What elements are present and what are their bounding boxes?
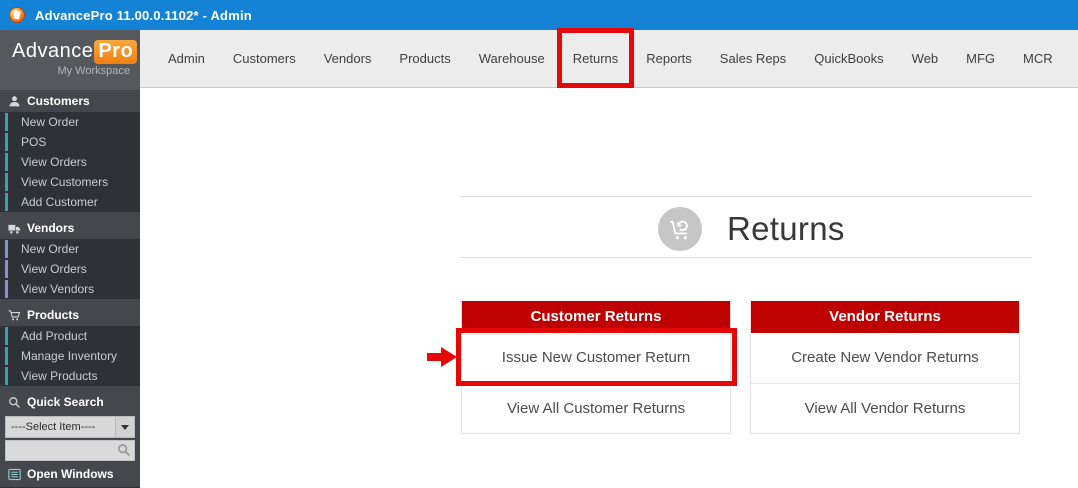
page-title: Returns bbox=[727, 210, 845, 248]
nav-item-vendors[interactable]: Vendors bbox=[324, 30, 372, 88]
app-icon bbox=[9, 7, 25, 23]
search-icon[interactable] bbox=[117, 443, 131, 457]
sidebar-section-title: Open Windows bbox=[27, 467, 114, 481]
sidebar-section-title: Customers bbox=[27, 94, 90, 108]
sidebar-item-add-product[interactable]: Add Product bbox=[0, 326, 140, 346]
sidebar-section-customers: Customers bbox=[0, 90, 140, 112]
logo: AdvancePro My Workspace bbox=[0, 30, 140, 90]
window-title: AdvancePro 11.00.0.1102* - Admin bbox=[35, 8, 252, 23]
create-new-vendor-returns-button[interactable]: Create New Vendor Returns bbox=[751, 333, 1019, 383]
nav-item-sales-reps[interactable]: Sales Reps bbox=[720, 30, 786, 88]
nav-item-mcr[interactable]: MCR bbox=[1023, 30, 1053, 88]
quick-search-select-button[interactable] bbox=[115, 416, 135, 438]
sidebar-item-view-products[interactable]: View Products bbox=[0, 366, 140, 386]
nav-item-mfg[interactable]: MFG bbox=[966, 30, 995, 88]
view-all-customer-returns-button[interactable]: View All Customer Returns bbox=[462, 383, 730, 433]
cart-icon bbox=[8, 309, 21, 322]
cart-return-icon bbox=[658, 207, 702, 251]
sidebar-item-pos[interactable]: POS bbox=[0, 132, 140, 152]
logo-brand-accent: Pro bbox=[94, 40, 137, 64]
nav-item-customers[interactable]: Customers bbox=[233, 30, 296, 88]
list-icon bbox=[8, 468, 21, 481]
sidebar-item-vendors-new-order[interactable]: New Order bbox=[0, 239, 140, 259]
sidebar-item-vendors-view-orders[interactable]: View Orders bbox=[0, 259, 140, 279]
nav-item-products[interactable]: Products bbox=[399, 30, 450, 88]
top-nav: Admin Customers Vendors Products Warehou… bbox=[140, 30, 1078, 88]
customer-returns-panel: Customer Returns Issue New Customer Retu… bbox=[461, 301, 731, 434]
sidebar-section-vendors: Vendors bbox=[0, 217, 140, 239]
sidebar-section-quick-search: Quick Search bbox=[0, 391, 140, 413]
user-icon bbox=[8, 95, 21, 108]
vendor-returns-panel: Vendor Returns Create New Vendor Returns… bbox=[750, 301, 1020, 434]
logo-tagline: My Workspace bbox=[12, 65, 130, 77]
nav-item-quickbooks[interactable]: QuickBooks bbox=[814, 30, 883, 88]
annotation-arrow-icon bbox=[427, 347, 457, 367]
sidebar-section-products: Products bbox=[0, 304, 140, 326]
sidebar-section-open-windows: Open Windows bbox=[0, 463, 140, 485]
customer-returns-panel-header: Customer Returns bbox=[462, 301, 730, 333]
sidebar-item-view-vendors[interactable]: View Vendors bbox=[0, 279, 140, 299]
truck-icon bbox=[8, 222, 21, 235]
sidebar-item-customers-new-order[interactable]: New Order bbox=[0, 112, 140, 132]
titlebar: AdvancePro 11.00.0.1102* - Admin bbox=[0, 0, 1078, 30]
caret-down-icon bbox=[121, 425, 129, 430]
issue-new-customer-return-button[interactable]: Issue New Customer Return bbox=[462, 333, 730, 383]
sidebar-section-title: Products bbox=[27, 308, 79, 322]
sidebar-item-add-customer[interactable]: Add Customer bbox=[0, 192, 140, 212]
sidebar-item-view-customers[interactable]: View Customers bbox=[0, 172, 140, 192]
view-all-vendor-returns-button[interactable]: View All Vendor Returns bbox=[751, 383, 1019, 433]
quick-search-select[interactable]: ----Select Item---- bbox=[5, 416, 115, 438]
logo-brand-primary: Advance bbox=[12, 40, 93, 62]
nav-item-warehouse[interactable]: Warehouse bbox=[479, 30, 545, 88]
divider bbox=[460, 257, 1032, 258]
nav-item-returns[interactable]: Returns bbox=[573, 30, 619, 88]
divider bbox=[460, 196, 1032, 197]
vendor-returns-panel-header: Vendor Returns bbox=[751, 301, 1019, 333]
nav-item-web[interactable]: Web bbox=[912, 30, 939, 88]
nav-item-reports[interactable]: Reports bbox=[646, 30, 692, 88]
advancepro-window: AdvancePro 11.00.0.1102* - Admin Advance… bbox=[0, 0, 1078, 488]
sidebar-item-manage-inventory[interactable]: Manage Inventory bbox=[0, 346, 140, 366]
search-icon bbox=[8, 396, 21, 409]
sidebar-section-title: Quick Search bbox=[27, 395, 104, 409]
nav-item-admin[interactable]: Admin bbox=[168, 30, 205, 88]
sidebar-item-customers-view-orders[interactable]: View Orders bbox=[0, 152, 140, 172]
sidebar: AdvancePro My Workspace Customers New Or… bbox=[0, 30, 140, 488]
sidebar-section-title: Vendors bbox=[27, 221, 74, 235]
main-content: Returns Customer Returns Issue New Custo… bbox=[140, 88, 1078, 488]
quick-search-input[interactable] bbox=[5, 440, 135, 461]
nav-item-returns-label: Returns bbox=[573, 51, 619, 66]
